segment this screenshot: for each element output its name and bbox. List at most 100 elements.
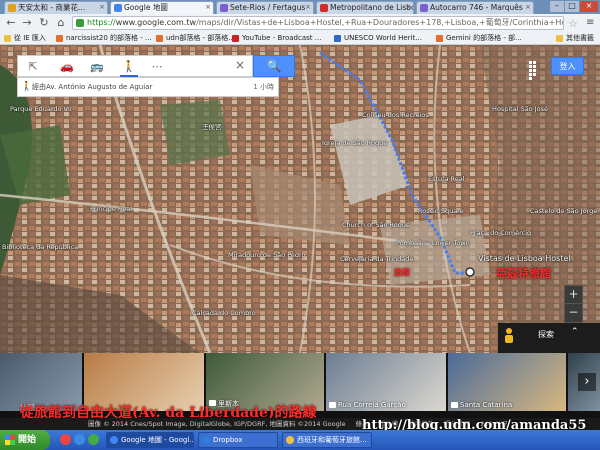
tab-autocarro[interactable]: Autocarro 746 - Marquês × [416, 1, 534, 14]
map-label: Rossio Square [418, 207, 464, 215]
search-icon: 🔍 [266, 59, 282, 73]
map-label: Castelo de São Jorge [530, 207, 598, 215]
ie-quicklaunch-icon[interactable] [74, 434, 85, 445]
chrome-quicklaunch-icon[interactable] [60, 434, 71, 445]
photo-thumbnail[interactable]: Rua Correia Garção [326, 353, 446, 411]
map-label: Miradouro de São Pedro [228, 251, 306, 259]
zoom-in-button[interactable]: + [565, 286, 582, 304]
map-label: Church of São Roque [342, 221, 410, 229]
tab-metropolitano[interactable]: Metropolitano de Lisboa × [316, 1, 414, 14]
map-label: Calçada do Combro [192, 309, 256, 317]
menu-icon[interactable]: ≡ [586, 17, 594, 28]
map-label: Parque Eduardo VII [10, 105, 72, 113]
route-summary[interactable]: 🚶 經由Av. António Augusto de Aguiar 1 小時 [17, 77, 279, 97]
route-destination-marker[interactable] [465, 267, 475, 277]
tab-favicon [320, 4, 328, 12]
transit-icon[interactable]: 🚌 [88, 58, 106, 75]
task-label: Google 地圖 - Googl... [121, 436, 194, 444]
maximize-icon[interactable]: □ [565, 1, 579, 12]
car-icon[interactable]: 🚗 [58, 58, 76, 75]
tab-sete-rios[interactable]: Sete-Rios / Fertagus × [216, 1, 314, 14]
tab-label: 天安太和 - 商業花... [18, 3, 86, 12]
bookmark-item[interactable]: YouTube - Broadcast ... [232, 33, 321, 44]
close-icon[interactable]: × [305, 2, 311, 13]
taskbar-item-google-maps[interactable]: Google 地圖 - Googl... [106, 432, 194, 448]
attribution-text: 圖像 © 2014 Cnes/Spot Image, DigitalGlobe,… [88, 420, 346, 428]
map-label: Príncipe Real [90, 205, 132, 213]
bookmark-favicon [56, 35, 63, 42]
taskbar-item-folder[interactable]: 西班牙和葡萄牙旅館... [282, 432, 372, 448]
directions-icon[interactable]: ⇱ [24, 58, 42, 75]
photo-strip: 里斯本 Rua Correia Garção Santa Catarina › … [0, 353, 600, 418]
photo-caption: Rua Correia Garção [329, 401, 406, 409]
task-label: 西班牙和葡萄牙旅館... [297, 436, 367, 444]
bookmark-item[interactable]: 從 IE 匯入 [4, 33, 46, 44]
bookmark-item[interactable]: UNESCO World Herit... [334, 33, 422, 44]
map-label: Cervejaria da Trindade [340, 255, 414, 263]
bookmark-label: 其他書籤 [566, 34, 594, 42]
start-button[interactable]: 開始 [0, 430, 50, 450]
walking-icon[interactable]: 🚶 [120, 58, 138, 77]
tab-label: Google 地圖 [124, 3, 168, 12]
bookmarks-bar: 從 IE 匯入 narcissist20 的部落格 - ... udn部落格 -… [0, 32, 600, 45]
bookmark-favicon [436, 35, 443, 42]
desktop-quicklaunch-icon[interactable] [88, 434, 99, 445]
tab-favicon [220, 4, 228, 12]
apps-grid-icon[interactable] [529, 61, 540, 80]
directions-panel: ⇱ 🚗 🚌 🚶 ⋯ × 🔍 🚶 經由Av. António Augusto de… [17, 55, 295, 102]
window-close-icon[interactable]: × [580, 1, 598, 12]
folder-icon [286, 436, 294, 444]
annotation-caption: 從旅館到自由大道(Av. da Liberdade)的路線 [20, 405, 317, 418]
close-icon[interactable]: × [405, 2, 411, 13]
bookmark-label: 從 IE 匯入 [14, 34, 46, 42]
close-icon[interactable]: × [99, 2, 105, 13]
home-icon[interactable]: ⌂ [54, 16, 68, 30]
minimize-icon[interactable]: – [550, 1, 564, 12]
bookmark-star-icon[interactable]: ☆ [568, 17, 578, 30]
taskbar-item-dropbox[interactable]: Dropbox [198, 432, 278, 448]
photo-thumbnail[interactable]: Santa Catarina [448, 353, 566, 411]
tab-google-maps[interactable]: Google 地圖 × [110, 1, 214, 14]
close-icon[interactable]: × [235, 58, 245, 72]
url-host: www.google.com.tw [115, 18, 197, 27]
route-via: 經由Av. António Augusto de Aguiar [32, 83, 153, 91]
tab-tianan[interactable]: 天安太和 - 商業花... × [4, 1, 108, 14]
tab-favicon [420, 4, 428, 12]
chevron-right-icon[interactable]: › [578, 373, 596, 391]
route-duration: 1 小時 [253, 83, 274, 91]
forward-arrow-icon[interactable]: → [20, 16, 34, 30]
signin-button[interactable]: 登入 [551, 57, 584, 75]
address-bar[interactable]: https://www.google.com.tw/maps/dir/Vista… [72, 16, 564, 30]
hostel-annotation-small: 旅館 [394, 268, 410, 277]
dropbox-icon [202, 436, 210, 444]
explore-bar[interactable]: 探索 ⌃ [498, 323, 600, 353]
map-label: Hospital São José [492, 105, 549, 113]
map-canvas[interactable]: Hospital São José Coliseu dos Recreios I… [0, 45, 600, 353]
bookmark-item[interactable]: narcissist20 的部落格 - ... [56, 33, 152, 44]
more-options-icon[interactable]: ⋯ [148, 58, 166, 75]
zoom-control: + − [564, 285, 583, 323]
chevron-up-icon[interactable]: ⌃ [571, 327, 579, 337]
reload-icon[interactable]: ↻ [37, 16, 51, 30]
bookmark-label: udn部落格 - 部落格... [166, 34, 235, 42]
zoom-out-button[interactable]: − [565, 304, 582, 322]
windows-taskbar: 開始 Google 地圖 - Googl... Dropbox 西班牙和葡萄牙旅… [0, 430, 600, 450]
task-label: Dropbox [213, 436, 243, 444]
browser-toolbar: ← → ↻ ⌂ https://www.google.com.tw/maps/d… [0, 14, 600, 32]
bookmark-item[interactable]: udn部落格 - 部落格... [156, 33, 235, 44]
bookmark-item[interactable]: Gemini 的部落格 - 部... [436, 33, 522, 44]
bookmark-label: Gemini 的部落格 - 部... [446, 34, 522, 42]
search-button[interactable]: 🔍 [253, 55, 295, 77]
window-controls: – □ × [550, 1, 598, 13]
url-path: /maps/dir/Vistas+de+Lisboa+Hostel,+Rua+D… [196, 18, 563, 27]
close-icon[interactable]: × [205, 2, 211, 13]
bookmark-favicon [334, 35, 341, 42]
pegman-icon[interactable] [505, 328, 514, 343]
bookmark-item[interactable]: 其他書籤 [556, 33, 594, 44]
folder-icon [4, 35, 11, 42]
explore-label: 探索 [538, 330, 554, 339]
close-icon[interactable]: × [525, 2, 531, 13]
bookmark-label: YouTube - Broadcast ... [242, 34, 322, 42]
url-scheme: https:// [87, 18, 116, 27]
back-arrow-icon[interactable]: ← [4, 16, 18, 30]
